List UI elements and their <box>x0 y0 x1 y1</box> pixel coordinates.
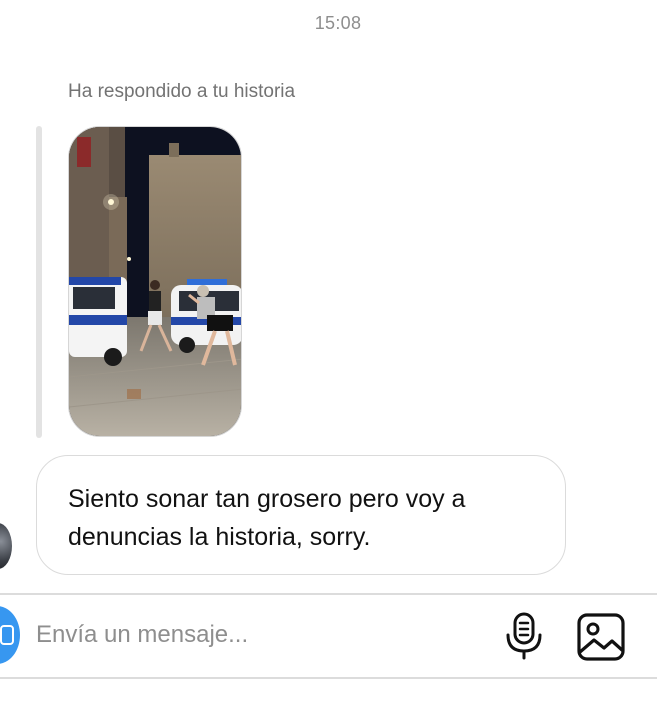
voice-message-button[interactable] <box>504 611 544 661</box>
microphone-icon <box>506 612 542 660</box>
image-gallery-icon <box>577 613 625 661</box>
dm-thread-screen: 15:08 Ha respondido a tu historia Siento… <box>0 0 657 716</box>
story-preview-thumbnail[interactable] <box>68 126 242 437</box>
received-message-bubble[interactable]: Siento sonar tan grosero pero voy a denu… <box>36 455 566 575</box>
story-photo-image <box>69 127 241 436</box>
reply-quote-bar <box>36 126 42 438</box>
message-input[interactable] <box>36 612 476 658</box>
sender-avatar[interactable] <box>0 523 12 569</box>
camera-button[interactable] <box>0 606 20 664</box>
composer-divider-top <box>0 593 657 595</box>
message-timestamp: 15:08 <box>314 13 362 33</box>
story-reply-context: Ha respondido a tu historia <box>68 81 296 102</box>
camera-icon <box>0 625 14 645</box>
gallery-button[interactable] <box>576 612 626 662</box>
composer-divider-bottom <box>0 677 657 679</box>
message-text-line-1: Siento sonar tan grosero pero voy a <box>68 485 466 513</box>
message-text-line-2: denuncias la historia, sorry. <box>68 523 371 551</box>
